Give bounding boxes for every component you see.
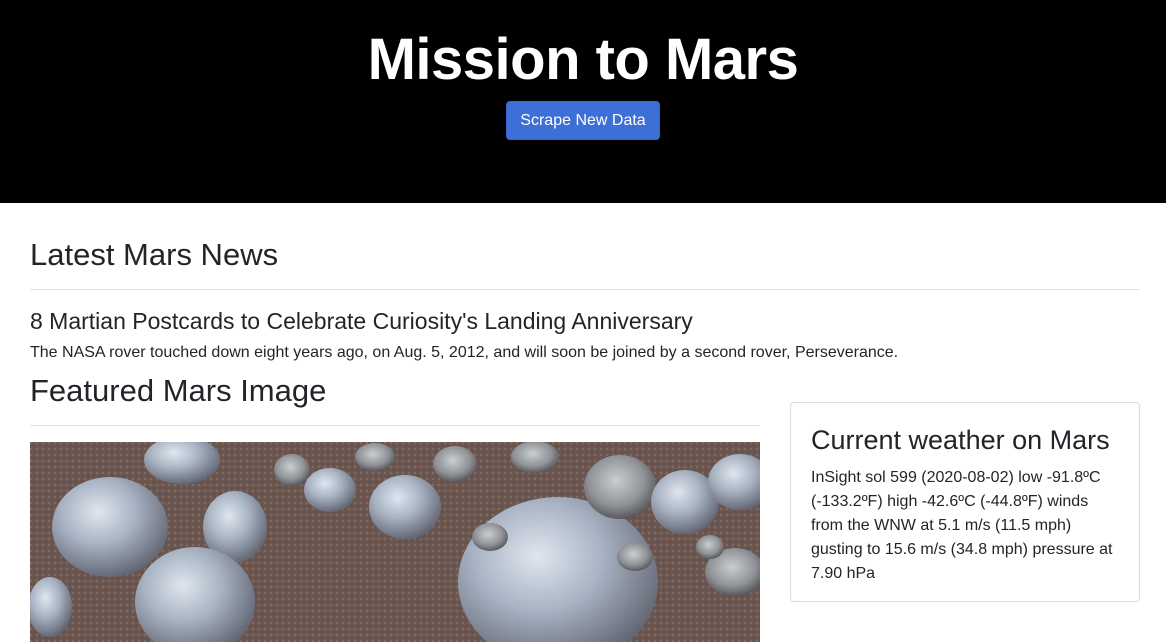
news-title: 8 Martian Postcards to Celebrate Curiosi… [30, 308, 693, 334]
page-title: Mission to Mars [367, 27, 799, 92]
news-teaser: The NASA rover touched down eight years … [30, 344, 899, 361]
latest-news-heading: Latest Mars News [30, 237, 279, 272]
featured-divider [30, 425, 760, 426]
header-banner: Mission to Mars Scrape New Data [0, 0, 1166, 203]
mars-rocks-picture [30, 442, 760, 642]
scrape-new-data-button[interactable]: Scrape New Data [506, 101, 660, 140]
featured-mars-image[interactable] [30, 442, 760, 642]
weather-column: Current weather on Mars InSight sol 599 … [790, 372, 1140, 642]
news-divider [30, 289, 1140, 290]
featured-image-column: Featured Mars Image [30, 372, 760, 642]
main-content: Latest Mars News 8 Martian Postcards to … [0, 203, 1166, 642]
image-weather-row: Featured Mars Image Current weather on M… [30, 372, 1140, 642]
weather-text: InSight sol 599 (2020-08-02) low -91.8ºC… [811, 469, 1113, 582]
featured-image-heading: Featured Mars Image [30, 373, 327, 408]
weather-card: Current weather on Mars InSight sol 599 … [790, 402, 1140, 602]
weather-title: Current weather on Mars [811, 425, 1110, 455]
